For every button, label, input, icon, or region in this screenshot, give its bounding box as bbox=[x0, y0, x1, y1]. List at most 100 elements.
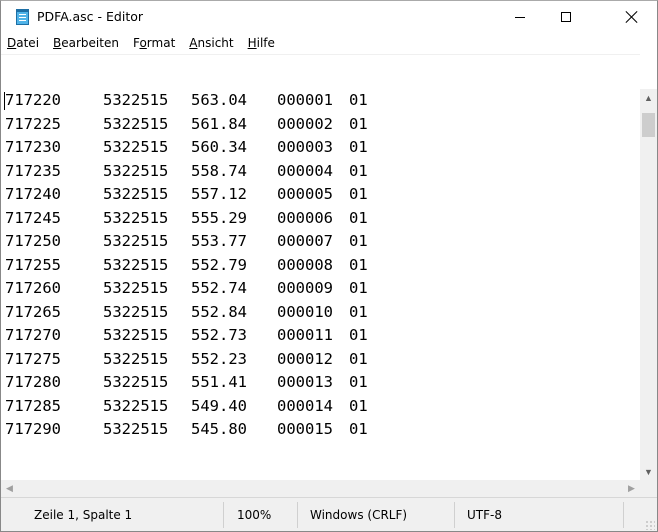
text-field: 01 bbox=[349, 396, 368, 415]
text-field: 5322515 bbox=[103, 255, 169, 274]
scrollbar-corner bbox=[640, 480, 657, 497]
text-field: 01 bbox=[349, 114, 368, 133]
document-text[interactable]: 717220 5322515 563.04 000001 01 717225 5322515… bbox=[5, 89, 368, 442]
text-field: 000011 bbox=[277, 326, 333, 344]
text-field: 560.34 bbox=[191, 138, 247, 156]
menu-hilfe[interactable]: Hilfe bbox=[241, 33, 282, 54]
horizontal-scrollbar[interactable]: ◀ ▶ bbox=[1, 480, 640, 497]
text-field: 5322515 bbox=[103, 91, 169, 109]
text-field: 01 bbox=[349, 255, 368, 274]
text-field: 000002 bbox=[277, 114, 333, 133]
text-field: 553.77 bbox=[191, 232, 247, 250]
text-field: 552.74 bbox=[191, 279, 247, 297]
vertical-scroll-thumb[interactable] bbox=[642, 113, 655, 137]
text-field: 000004 bbox=[277, 161, 333, 180]
text-field: 717285 bbox=[5, 396, 61, 415]
text-field: 717240 bbox=[5, 185, 61, 203]
vertical-scrollbar[interactable]: ▲ ▼ bbox=[640, 89, 657, 480]
encoding: UTF-8 bbox=[467, 508, 502, 522]
text-line: 717250 5322515 553.77 000007 01 bbox=[5, 230, 368, 254]
text-field: 552.23 bbox=[191, 349, 247, 368]
text-field: 01 bbox=[349, 91, 368, 109]
text-field: 561.84 bbox=[191, 114, 247, 133]
text-field: 5322515 bbox=[103, 326, 169, 344]
window-title: PDFA.asc - Editor bbox=[37, 9, 144, 24]
text-field: 5322515 bbox=[103, 208, 169, 227]
text-field: 01 bbox=[349, 232, 368, 250]
text-line: 717275 5322515 552.23 000012 01 bbox=[5, 348, 368, 372]
title-bar[interactable]: PDFA.asc - Editor bbox=[1, 1, 657, 33]
text-field: 552.73 bbox=[191, 326, 247, 344]
text-field: 5322515 bbox=[103, 302, 169, 321]
text-field: 5322515 bbox=[103, 114, 169, 133]
text-field: 01 bbox=[349, 420, 368, 438]
text-field: 717270 bbox=[5, 326, 61, 344]
menu-format[interactable]: Format bbox=[126, 33, 182, 54]
maximize-icon bbox=[561, 12, 571, 22]
text-field: 000003 bbox=[277, 138, 333, 156]
text-field: 000001 bbox=[277, 91, 333, 109]
menu-ansicht[interactable]: Ansicht bbox=[182, 33, 240, 54]
text-field: 5322515 bbox=[103, 279, 169, 297]
chevron-right-icon[interactable]: ▶ bbox=[623, 480, 640, 497]
text-field: 01 bbox=[349, 326, 368, 344]
text-editor-area[interactable]: 717220 5322515 563.04 000001 01 717225 5322515… bbox=[1, 54, 640, 481]
chevron-down-icon[interactable]: ▼ bbox=[640, 463, 657, 480]
menu-datei[interactable]: Datei bbox=[1, 33, 46, 54]
minimize-icon bbox=[515, 16, 525, 18]
resize-grip[interactable] bbox=[645, 520, 655, 530]
cursor-position: Zeile 1, Spalte 1 bbox=[34, 508, 133, 522]
text-field: 552.84 bbox=[191, 302, 247, 321]
text-field: 552.79 bbox=[191, 255, 247, 274]
text-field: 5322515 bbox=[103, 420, 169, 438]
text-field: 000014 bbox=[277, 396, 333, 415]
close-button[interactable] bbox=[609, 1, 655, 33]
text-field: 000007 bbox=[277, 232, 333, 250]
text-field: 5322515 bbox=[103, 185, 169, 203]
text-field: 01 bbox=[349, 349, 368, 368]
text-field: 717245 bbox=[5, 208, 61, 227]
chevron-up-icon[interactable]: ▲ bbox=[640, 89, 657, 106]
status-bar: Zeile 1, Spalte 1 100% Windows (CRLF) UT… bbox=[1, 497, 657, 531]
text-field: 000006 bbox=[277, 208, 333, 227]
status-divider bbox=[454, 502, 455, 528]
maximize-button[interactable] bbox=[543, 1, 589, 33]
text-field: 717280 bbox=[5, 373, 61, 391]
menu-bearbeiten[interactable]: Bearbeiten bbox=[46, 33, 126, 54]
text-field: 000008 bbox=[277, 255, 333, 274]
text-field: 717290 bbox=[5, 420, 61, 438]
text-field: 555.29 bbox=[191, 208, 247, 227]
text-field: 545.80 bbox=[191, 420, 247, 438]
text-line: 717270 5322515 552.73 000011 01 bbox=[5, 324, 368, 348]
text-field: 5322515 bbox=[103, 232, 169, 250]
status-divider bbox=[223, 502, 224, 528]
text-field: 558.74 bbox=[191, 161, 247, 180]
text-line: 717255 5322515 552.79 000008 01 bbox=[5, 254, 368, 278]
text-line: 717225 5322515 561.84 000002 01 bbox=[5, 113, 368, 137]
text-line: 717220 5322515 563.04 000001 01 bbox=[5, 89, 368, 113]
text-line: 717235 5322515 558.74 000004 01 bbox=[5, 160, 368, 184]
text-field: 717220 bbox=[5, 91, 61, 109]
text-field: 01 bbox=[349, 208, 368, 227]
text-field: 000012 bbox=[277, 349, 333, 368]
notepad-icon[interactable] bbox=[16, 9, 29, 25]
text-field: 01 bbox=[349, 161, 368, 180]
text-field: 5322515 bbox=[103, 349, 169, 368]
close-icon bbox=[626, 11, 638, 23]
status-divider bbox=[623, 502, 624, 528]
text-field: 01 bbox=[349, 373, 368, 391]
text-field: 717225 bbox=[5, 114, 61, 133]
text-field: 5322515 bbox=[103, 161, 169, 180]
text-field: 01 bbox=[349, 302, 368, 321]
text-field: 717250 bbox=[5, 232, 61, 250]
text-line: 717290 5322515 545.80 000015 01 bbox=[5, 418, 368, 442]
line-ending: Windows (CRLF) bbox=[310, 508, 408, 522]
text-field: 717235 bbox=[5, 161, 61, 180]
text-line: 717285 5322515 549.40 000014 01 bbox=[5, 395, 368, 419]
minimize-button[interactable] bbox=[497, 1, 543, 33]
text-line: 717230 5322515 560.34 000003 01 bbox=[5, 136, 368, 160]
chevron-left-icon[interactable]: ◀ bbox=[1, 480, 18, 497]
text-field: 000010 bbox=[277, 302, 333, 321]
text-field: 000009 bbox=[277, 279, 333, 297]
text-field: 557.12 bbox=[191, 185, 247, 203]
